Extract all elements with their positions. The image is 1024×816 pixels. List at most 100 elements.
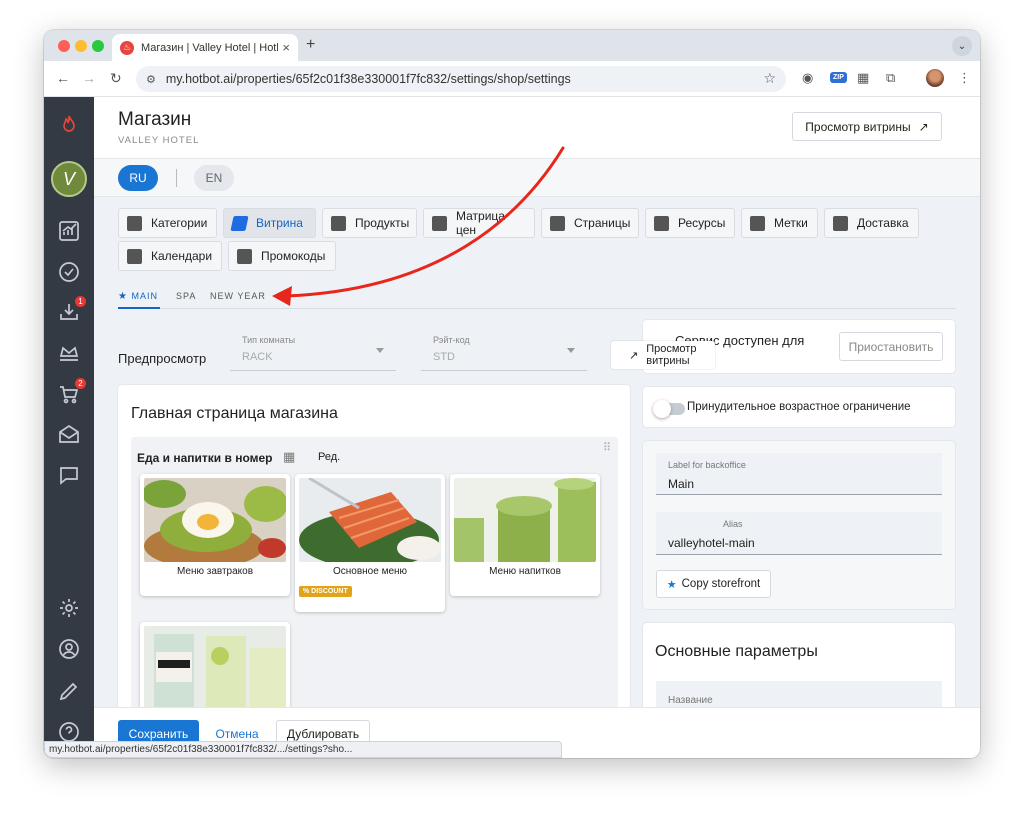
tab-pages-label: Страницы [574, 216, 631, 230]
edit-pencil-icon[interactable] [55, 677, 83, 705]
main-menu-image [299, 478, 441, 562]
camera-extension-icon[interactable]: ◉ [802, 70, 813, 86]
tab-categories-label: Категории [151, 216, 208, 230]
forward-arrow-icon[interactable]: → [82, 70, 96, 86]
view-storefront-button[interactable]: Просмотр витрины ↗ [792, 112, 942, 141]
page-subtitle: VALLEY HOTEL [118, 135, 200, 146]
bookmark-star-icon[interactable]: ☆ [763, 70, 776, 87]
tab-promocodes[interactable]: Промокоды [228, 241, 336, 271]
tab-storefront[interactable]: Витрина [223, 208, 316, 238]
close-window-button[interactable] [58, 40, 70, 52]
tab-close-icon[interactable]: × [282, 40, 290, 55]
tab-delivery[interactable]: Доставка [824, 208, 919, 238]
backoffice-label-field[interactable]: Label for backoffice Main [656, 453, 942, 495]
new-tab-button[interactable]: + [306, 36, 315, 54]
qr-extension-icon[interactable]: ▦ [857, 70, 869, 86]
lang-en-button[interactable]: EN [194, 165, 234, 191]
zip-extension-icon[interactable]: ZIP [830, 72, 847, 83]
external-arrow-icon: ↗ [918, 119, 929, 134]
age-restriction-toggle[interactable] [653, 400, 685, 418]
tasks-check-icon[interactable] [55, 258, 83, 286]
chat-icon[interactable] [55, 461, 83, 489]
tab-price-matrix[interactable]: Матрица цен [423, 208, 535, 238]
browser-tab-title: Магазин | Valley Hotel | Hotbot [141, 41, 279, 54]
main-params-title: Основные параметры [655, 643, 818, 660]
tab-promocodes-label: Промокоды [261, 249, 326, 263]
room-type-label: Тип комнаты [242, 335, 296, 345]
truck-icon [833, 215, 848, 231]
product-name: Меню завтраков [176, 566, 254, 577]
tab-pages[interactable]: Страницы [541, 208, 639, 238]
product-name: Основное меню [332, 566, 408, 577]
rate-code-label: Рэйт-код [433, 335, 470, 345]
room-type-select[interactable]: Тип комнаты RACK [230, 327, 396, 371]
drinks-image [454, 478, 596, 562]
back-arrow-icon[interactable]: ← [56, 70, 70, 86]
mail-icon[interactable] [55, 420, 83, 448]
maximize-window-button[interactable] [92, 40, 104, 52]
product-card[interactable]: Меню напитков [450, 474, 600, 596]
product-card[interactable]: Основное меню % DISCOUNT [295, 474, 445, 612]
rate-code-select[interactable]: Рэйт-код STD [421, 327, 587, 371]
loyalty-crown-icon[interactable] [55, 339, 83, 367]
categories-icon [127, 215, 142, 231]
age-restriction-label: Принудительное возрастное ограничение [687, 401, 911, 413]
room-type-value: RACK [242, 351, 273, 363]
profile-avatar[interactable] [926, 69, 944, 87]
browser-tab[interactable]: ♨ Магазин | Valley Hotel | Hotbot × [112, 34, 298, 61]
address-bar[interactable]: ⚙ my.hotbot.ai/properties/65f2c01f38e330… [136, 66, 786, 92]
minimize-window-button[interactable] [75, 40, 87, 52]
user-profile-icon[interactable] [55, 635, 83, 663]
subtab-main-label: MAIN [131, 291, 158, 301]
tab-storefront-label: Витрина [256, 216, 303, 230]
site-settings-icon[interactable]: ⚙ [146, 73, 156, 86]
tab-products[interactable]: Продукты [322, 208, 417, 238]
backoffice-label-caption: Label for backoffice [668, 460, 746, 470]
drag-handle-icon[interactable]: ⠿ [603, 441, 611, 454]
hotbot-flame-icon[interactable] [55, 111, 83, 139]
lang-ru-button[interactable]: RU [118, 165, 158, 191]
language-bar: RU EN [94, 159, 980, 197]
subtab-spa[interactable]: SPA [176, 291, 196, 301]
tab-products-label: Продукты [355, 216, 410, 230]
main-content: Магазин VALLEY HOTEL Просмотр витрины ↗ … [94, 97, 980, 758]
reload-icon[interactable]: ↻ [110, 70, 122, 87]
sidebar: V 1 2 [44, 97, 94, 758]
alias-caption: Alias [723, 519, 743, 529]
age-restriction-card: Принудительное возрастное ограничение [643, 387, 955, 427]
tab-calendars-label: Календари [151, 249, 213, 263]
extensions-puzzle-icon[interactable]: ⧉ [886, 70, 895, 86]
copy-star-icon: ★ [666, 578, 677, 591]
tab-resources-label: Ресурсы [678, 216, 726, 230]
shop-main-page-title: Главная страница магазина [131, 405, 338, 422]
subtab-main[interactable]: ★ MAIN [118, 291, 158, 302]
promocode-icon [237, 248, 252, 264]
downloads-badge: 1 [74, 295, 87, 308]
hotel-logo-avatar[interactable]: V [51, 161, 87, 197]
grid-layout-icon[interactable]: ▦ [283, 449, 295, 465]
tab-tags[interactable]: Метки [741, 208, 818, 238]
product-card[interactable]: Меню завтраков [140, 474, 290, 596]
settings-gear-icon[interactable] [55, 594, 83, 622]
tab-categories[interactable]: Категории [118, 208, 217, 238]
section-block: Еда и напитки в номер ▦ Ред. ⠿ Меню завт… [131, 437, 618, 722]
section-title: Еда и напитки в номер [137, 451, 273, 465]
tab-resources[interactable]: Ресурсы [645, 208, 735, 238]
alias-field[interactable]: Alias valleyhotel-main [656, 512, 942, 555]
tab-calendars[interactable]: Календари [118, 241, 222, 271]
app-root: V 1 2 Магазин VALLEY HOTEL Просмотр витр… [44, 97, 980, 758]
edit-section-link[interactable]: Ред. [318, 451, 340, 463]
browser-window: ♨ Магазин | Valley Hotel | Hotbot × + ⌄ … [44, 30, 980, 758]
view-storefront-label: Просмотр витрины [805, 119, 911, 134]
tab-search-chevron-icon[interactable]: ⌄ [952, 36, 972, 56]
browser-menu-icon[interactable]: ⋮ [958, 70, 971, 86]
toggle-knob [653, 400, 671, 418]
preview-storefront-button[interactable]: ↗ Просмотр витрины [611, 341, 715, 369]
breakfast-image [144, 478, 286, 562]
page-header: Магазин VALLEY HOTEL Просмотр витрины ↗ [94, 97, 980, 159]
analytics-chart-icon[interactable] [55, 217, 83, 245]
copy-storefront-button[interactable]: ★ Copy storefront [656, 570, 771, 598]
flame-favicon-icon: ♨ [120, 40, 134, 55]
subtab-new-year[interactable]: NEW YEAR [210, 291, 266, 301]
suspend-button[interactable]: Приостановить [839, 332, 943, 361]
